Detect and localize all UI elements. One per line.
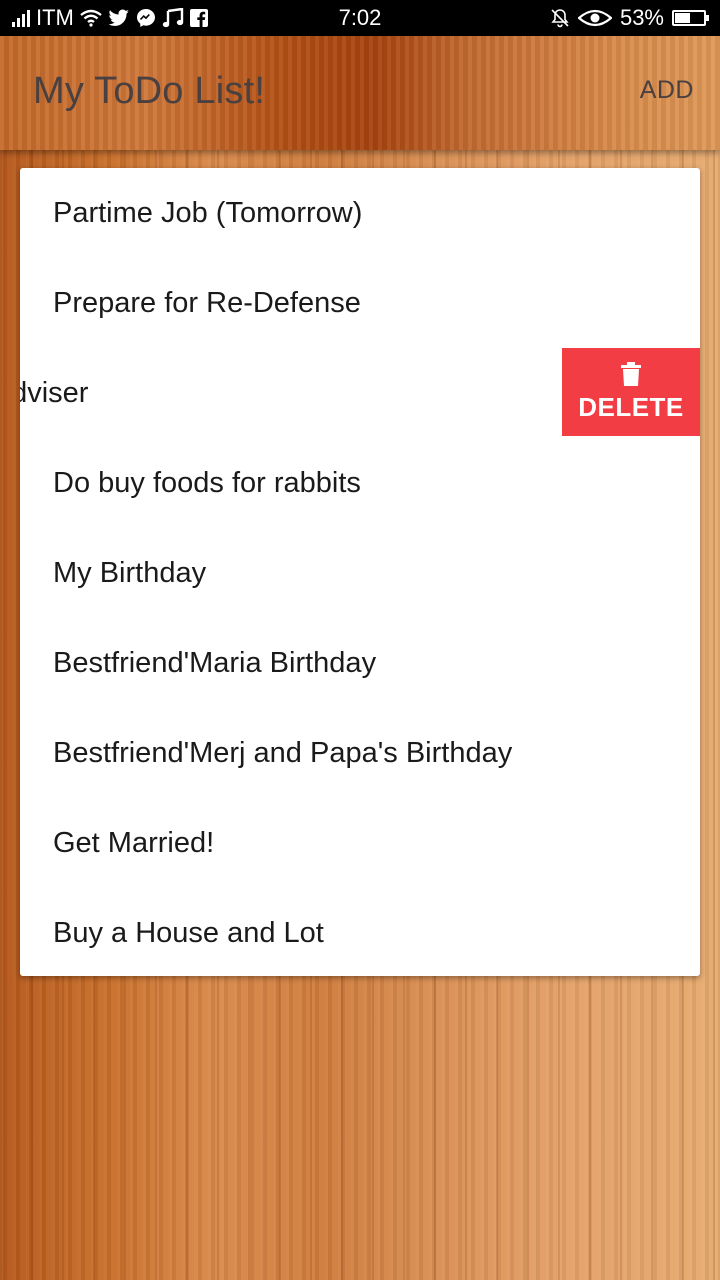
status-right: 53% (550, 5, 720, 31)
todo-item[interactable]: Do buy foods for rabbits (20, 438, 700, 528)
twitter-icon (108, 9, 129, 26)
trash-icon (621, 361, 641, 386)
carrier-label: ITM (36, 5, 74, 30)
messenger-icon (136, 9, 155, 27)
todo-item[interactable]: Partime Job (Tomorrow) (20, 168, 700, 258)
facebook-icon (189, 9, 208, 27)
app-bar: My ToDo List! ADD (0, 36, 720, 150)
todo-item-label: t to Adviser (20, 376, 89, 409)
todo-item[interactable]: Buy a House and Lot (20, 888, 700, 976)
todo-item[interactable]: My Birthday (20, 528, 700, 618)
todo-item-label: My Birthday (53, 556, 207, 589)
wifi-icon (80, 9, 102, 27)
add-button[interactable]: ADD (640, 76, 694, 105)
todo-list: Partime Job (Tomorrow) Prepare for Re-De… (20, 168, 700, 976)
todo-item-label: Prepare for Re-Defense (53, 286, 361, 319)
status-bar: ITM 7:02 53% (0, 0, 720, 36)
battery-icon (672, 10, 709, 26)
signal-icon (12, 9, 30, 27)
eye-icon (577, 9, 612, 27)
todo-item[interactable]: Prepare for Re-Defense (20, 258, 700, 348)
bell-off-icon (551, 9, 569, 28)
delete-button[interactable]: DELETE (562, 348, 700, 436)
status-left: ITM (0, 5, 208, 31)
music-icon (162, 8, 184, 28)
todo-item[interactable]: Bestfriend'Maria Birthday (20, 618, 700, 708)
todo-item[interactable]: Bestfriend'Merj and Papa's Birthday (20, 708, 700, 798)
todo-item-label: Get Married! (53, 826, 215, 859)
todo-item[interactable]: Get Married! (20, 798, 700, 888)
todo-item-label: Partime Job (Tomorrow) (53, 196, 363, 229)
todo-item-label: Buy a House and Lot (53, 916, 324, 949)
todo-item-label: Bestfriend'Merj and Papa's Birthday (53, 736, 513, 769)
todo-item-label: Do buy foods for rabbits (53, 466, 361, 499)
battery-percent: 53% (619, 5, 664, 30)
delete-label: DELETE (578, 391, 684, 422)
app-title: My ToDo List! (33, 70, 266, 112)
todo-item-swiped[interactable]: t to Adviser DELETE (20, 348, 700, 438)
todo-item-label: Bestfriend'Maria Birthday (53, 646, 377, 679)
